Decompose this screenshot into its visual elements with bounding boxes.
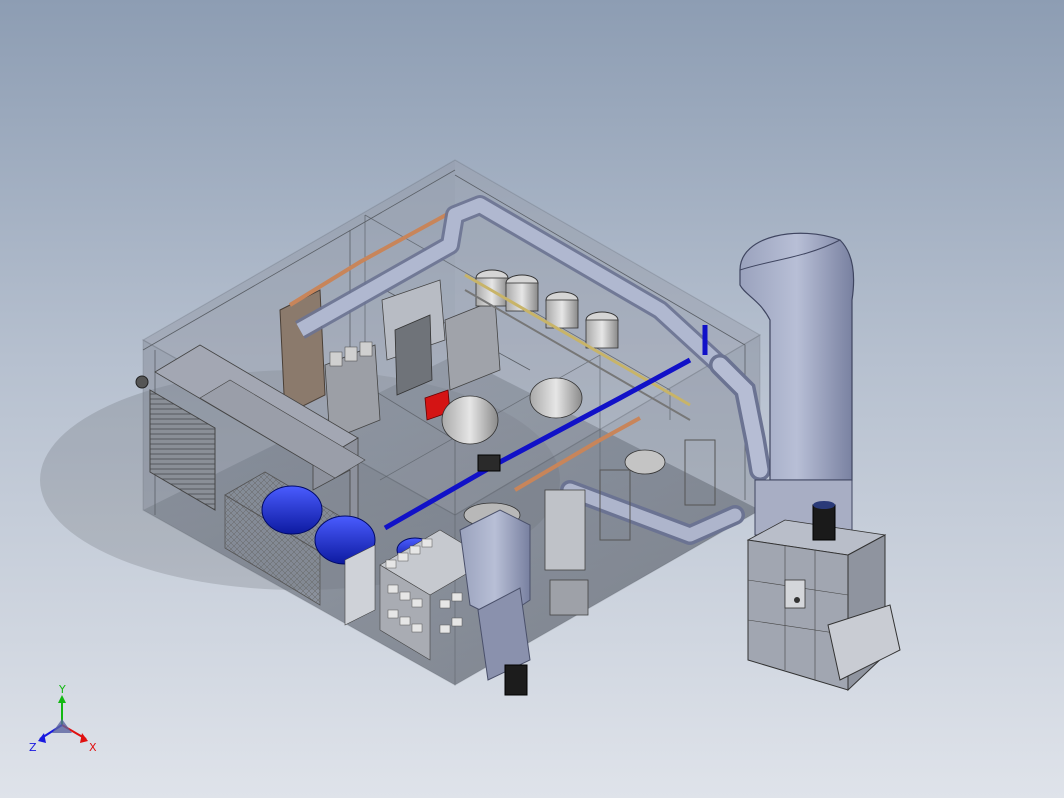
reactor-vessel[interactable] — [505, 274, 539, 312]
boiler-tank[interactable] — [441, 395, 499, 445]
cad-model-view[interactable]: Y X Z — [0, 0, 1064, 798]
orientation-triad[interactable]: Y X Z — [29, 683, 97, 754]
reactor-vessel[interactable] — [585, 311, 619, 349]
x-axis-label: X — [89, 741, 97, 754]
fan-motor — [812, 504, 836, 541]
y-axis-label: Y — [58, 683, 66, 696]
z-axis-label: Z — [29, 741, 37, 754]
scrubber-unit[interactable] — [746, 501, 901, 692]
reactor-vessel[interactable] — [545, 291, 579, 329]
blue-drum[interactable] — [261, 485, 323, 535]
reactor-vessel[interactable] — [475, 269, 509, 307]
control-box — [784, 579, 806, 609]
cad-viewport[interactable]: Y X Z — [0, 0, 1064, 798]
